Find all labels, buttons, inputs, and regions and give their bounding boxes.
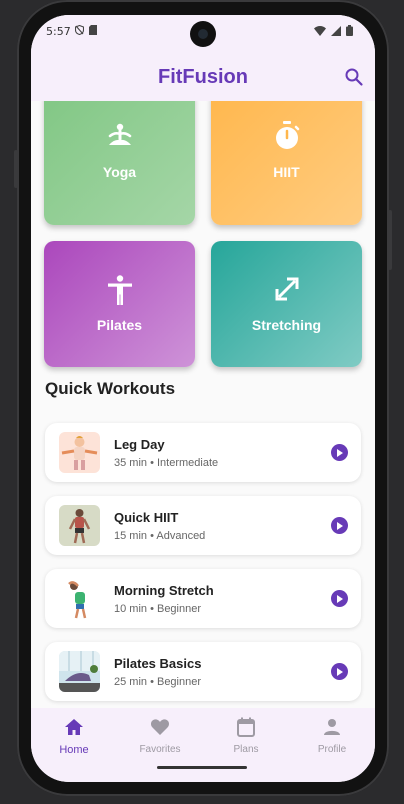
workout-thumbnail bbox=[59, 432, 100, 473]
workout-title: Morning Stretch bbox=[114, 583, 214, 598]
workout-item-morning-stretch[interactable]: Morning Stretch 10 min • Beginner bbox=[45, 569, 361, 628]
workout-thumbnail bbox=[59, 651, 100, 692]
workout-title: Leg Day bbox=[114, 437, 165, 452]
workout-item-quick-hiit[interactable]: Quick HIIT 15 min • Advanced bbox=[45, 496, 361, 555]
content-scroll[interactable]: Yoga HIIT Pilates Stretching Quick Worko… bbox=[31, 101, 375, 721]
gesture-bar[interactable] bbox=[157, 766, 247, 769]
volume-button bbox=[14, 150, 18, 188]
status-bar: 5:57 bbox=[31, 15, 375, 49]
workout-item-leg-day[interactable]: Leg Day 35 min • Intermediate bbox=[45, 423, 361, 482]
workout-meta: 10 min • Beginner bbox=[114, 603, 202, 615]
nav-item-favorites[interactable]: Favorites bbox=[117, 716, 203, 755]
workout-thumbnail bbox=[59, 578, 100, 619]
category-label: Pilates bbox=[96, 317, 143, 333]
nav-item-plans[interactable]: Plans bbox=[203, 716, 289, 755]
signal-icon bbox=[331, 25, 341, 36]
phone-frame: 5:57 FitFusion Yoga HIIT Pilates Stretch… bbox=[14, 0, 392, 796]
category-label: Yoga bbox=[102, 164, 137, 180]
play-icon[interactable] bbox=[331, 444, 348, 461]
expand-arrows-icon bbox=[275, 277, 298, 301]
category-label: HIIT bbox=[273, 164, 300, 180]
category-label: Stretching bbox=[251, 317, 322, 333]
heart-icon bbox=[150, 719, 170, 735]
person-standing-icon bbox=[107, 275, 132, 305]
battery-icon bbox=[346, 25, 353, 36]
bottom-navigation: Home Favorites Plans Profile bbox=[31, 708, 375, 782]
nav-label: Favorites bbox=[139, 744, 181, 755]
app-bar: FitFusion bbox=[31, 49, 375, 101]
play-icon[interactable] bbox=[331, 590, 348, 607]
person-icon bbox=[324, 719, 340, 735]
screen: 5:57 FitFusion Yoga HIIT Pilates Stretch… bbox=[31, 15, 375, 782]
sd-card-icon bbox=[89, 25, 97, 35]
yoga-pose-icon bbox=[108, 123, 131, 145]
play-icon[interactable] bbox=[331, 517, 348, 534]
status-time: 5:57 bbox=[46, 25, 71, 38]
workout-item-pilates-basics[interactable]: Pilates Basics 25 min • Beginner bbox=[45, 642, 361, 701]
category-card-yoga[interactable]: Yoga bbox=[44, 101, 195, 225]
workout-thumbnail bbox=[59, 505, 100, 546]
search-icon[interactable] bbox=[343, 66, 365, 88]
category-card-stretching[interactable]: Stretching bbox=[211, 241, 362, 367]
front-camera bbox=[190, 21, 216, 47]
shield-off-icon bbox=[75, 25, 84, 35]
workout-meta: 35 min • Intermediate bbox=[114, 457, 219, 469]
app-title: FitFusion bbox=[158, 66, 248, 88]
power-button bbox=[388, 210, 392, 270]
wifi-icon bbox=[314, 25, 326, 36]
workout-meta: 25 min • Beginner bbox=[114, 676, 202, 688]
nav-label: Plans bbox=[233, 744, 259, 755]
workout-meta: 15 min • Advanced bbox=[114, 530, 206, 542]
section-title: Quick Workouts bbox=[45, 379, 176, 398]
nav-item-home[interactable]: Home bbox=[31, 716, 117, 756]
play-icon[interactable] bbox=[331, 663, 348, 680]
category-card-hiit[interactable]: HIIT bbox=[211, 101, 362, 225]
nav-label: Profile bbox=[317, 744, 347, 755]
timer-icon bbox=[275, 121, 299, 149]
nav-label: Home bbox=[59, 744, 89, 756]
nav-item-profile[interactable]: Profile bbox=[289, 716, 375, 755]
calendar-icon bbox=[237, 717, 255, 737]
category-card-pilates[interactable]: Pilates bbox=[44, 241, 195, 367]
workout-title: Pilates Basics bbox=[114, 656, 202, 671]
workout-title: Quick HIIT bbox=[114, 510, 179, 525]
home-icon bbox=[65, 719, 83, 735]
